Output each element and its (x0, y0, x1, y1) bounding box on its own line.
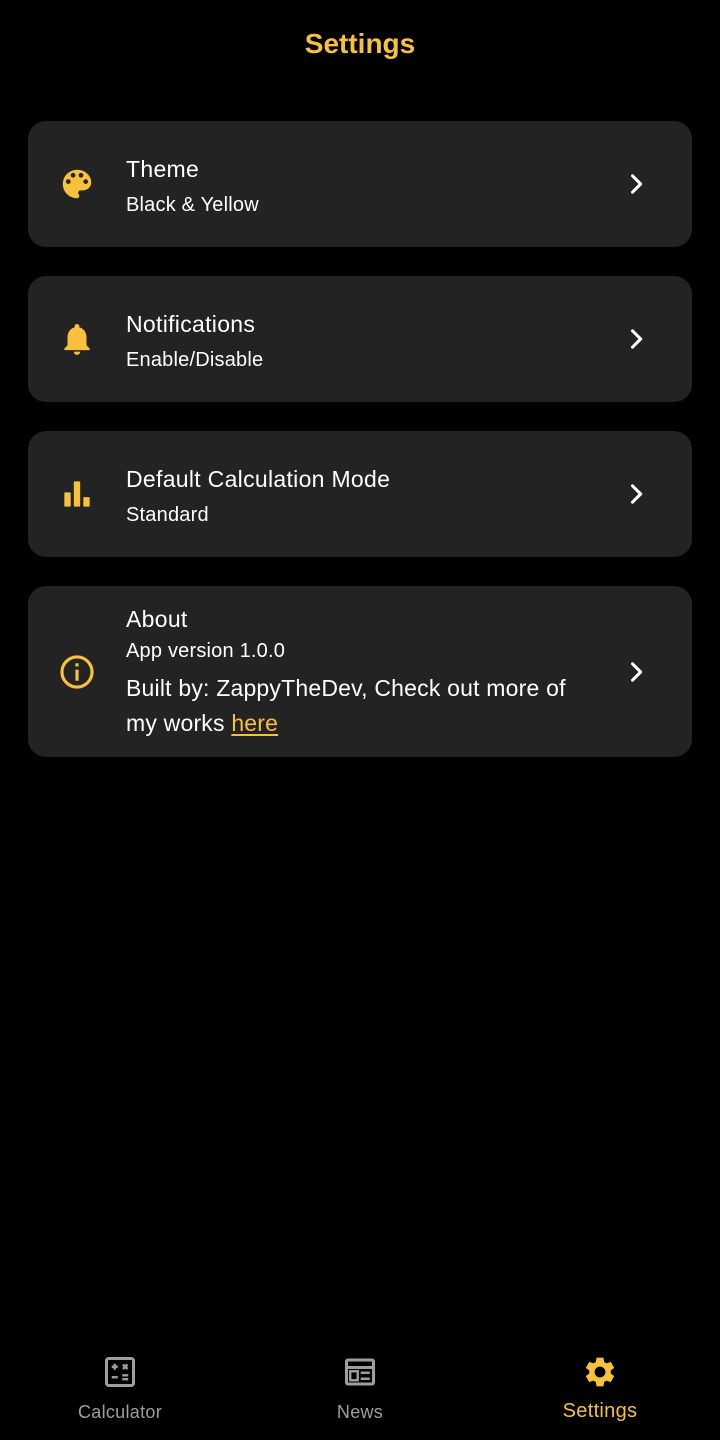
chevron-right-icon (622, 658, 650, 686)
theme-title: Theme (126, 156, 200, 182)
nav-calculator-label: Calculator (77, 1402, 163, 1422)
info-icon (58, 653, 96, 691)
built-by-text: Built by: ZappyTheDev, Check out more of… (126, 671, 592, 741)
notifications-value: Enable/Disable (126, 349, 264, 371)
news-icon (342, 1354, 378, 1390)
app-version: App version 1.0.0 (126, 640, 286, 662)
chevron-right-icon (622, 480, 650, 508)
about-setting[interactable]: About App version 1.0.0 Built by: ZappyT… (28, 586, 692, 757)
chevron-right-icon (622, 325, 650, 353)
calculation-mode-setting[interactable]: Default Calculation Mode Standard (28, 431, 692, 557)
calculation-mode-title: Default Calculation Mode (126, 466, 391, 492)
gear-icon (582, 1354, 618, 1390)
palette-icon (58, 165, 96, 203)
settings-list: Theme Black & Yellow Notifications Enabl… (28, 121, 692, 786)
works-link[interactable]: here (231, 710, 278, 736)
nav-calculator[interactable]: Calculator (0, 1340, 240, 1440)
calculator-icon (102, 1354, 138, 1390)
chevron-right-icon (622, 170, 650, 198)
bottom-navigation: Calculator News Settings (0, 1340, 720, 1440)
bar-chart-icon (58, 475, 96, 513)
built-by-label: Built by: ZappyTheDev, Check out more of… (126, 675, 566, 736)
about-title: About (126, 606, 188, 632)
notifications-setting[interactable]: Notifications Enable/Disable (28, 276, 692, 402)
bell-icon (58, 320, 96, 358)
nav-news[interactable]: News (240, 1340, 480, 1440)
theme-setting[interactable]: Theme Black & Yellow (28, 121, 692, 247)
calculation-mode-value: Standard (126, 504, 209, 526)
nav-settings-label: Settings (562, 1400, 638, 1422)
theme-value: Black & Yellow (126, 194, 259, 216)
nav-settings[interactable]: Settings (480, 1340, 720, 1440)
notifications-title: Notifications (126, 311, 256, 337)
nav-news-label: News (336, 1402, 384, 1422)
page-title: Settings (304, 28, 416, 59)
